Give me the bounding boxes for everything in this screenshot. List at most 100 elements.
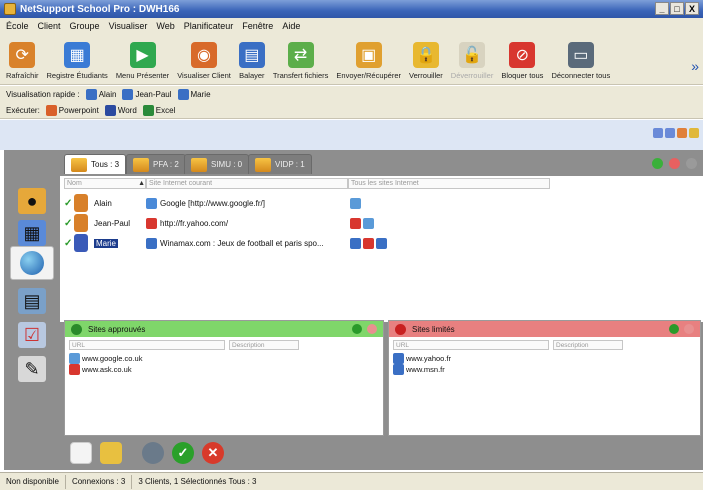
menu-ecole[interactable]: École [6,21,29,31]
quick-view-jean-paul[interactable]: Jean-Paul [122,88,172,100]
menu-bar: École Client Groupe Visualiser Web Plani… [0,18,703,33]
approved-col-desc[interactable]: Description [229,340,299,350]
clients-mode-icon[interactable]: ● [18,188,46,214]
block-icon[interactable] [669,158,680,169]
collapse-icon[interactable] [686,158,697,169]
approved-col-url[interactable]: URL [69,340,225,350]
view-details-icon[interactable] [665,128,675,138]
toolbar-button-scan[interactable]: ▤ Balayer [238,42,265,80]
web-globe-icon[interactable] [142,442,164,464]
web-page-icon [350,237,361,249]
scan-icon: ▤ [238,42,265,68]
list-item[interactable]: www.msn.fr [389,364,700,375]
toolbar-button-refresh[interactable]: ⟳ Rafraîchir [6,42,39,80]
toolbar-button-send-receive[interactable]: ▣ Envoyer/Récupérer [336,42,401,80]
menu-fenetre[interactable]: Fenêtre [242,21,273,31]
restricted-sites-title: Sites limités [412,324,455,334]
approve-icon[interactable] [352,324,362,334]
column-name[interactable]: Nom ▲ [64,178,146,189]
client-name: Jean-Paul [94,218,131,228]
approve-icon[interactable] [652,158,663,169]
toolbar-overflow-icon[interactable]: » [691,58,699,74]
menu-aide[interactable]: Aide [282,21,300,31]
minimize-button[interactable]: _ [655,2,669,15]
restricted-col-url[interactable]: URL [393,340,549,350]
run-powerpoint[interactable]: Powerpoint [45,104,99,116]
menu-client[interactable]: Client [38,21,61,31]
maximize-button[interactable]: □ [670,2,684,15]
client-list: Nom ▲ Site Internet courant Tous les site… [60,176,703,322]
tab-tous[interactable]: Tous : 3 [64,154,127,174]
toolbar-label: Transfert fichiers [272,71,329,80]
view-list-icon[interactable] [653,128,663,138]
list-item[interactable]: www.google.co.uk [65,353,383,364]
menu-groupe[interactable]: Groupe [70,21,100,31]
main-area: Tous : 3 PFA : 2 SIMU : 0 VIDP : 1 Nom ▲ … [60,150,703,470]
toolbar-button-block-all[interactable]: ⊘ Bloquer tous [501,42,543,80]
toolbar-button-lock[interactable]: 🔒 Verrouiller [409,42,443,80]
restricted-icon [395,323,406,335]
remove-icon[interactable] [367,324,377,334]
client-row[interactable]: ✓ Marie Winamax.com : Jeux de football e… [60,233,703,253]
restricted-col-desc[interactable]: Description [553,340,623,350]
tab-vidp[interactable]: VIDP : 1 [248,154,312,174]
lock-icon: 🔒 [412,42,439,68]
menu-visualiser[interactable]: Visualiser [109,21,148,31]
file-transfer-icon: ⇄ [287,42,314,68]
toolbar-button-present[interactable]: ▶ Menu Présenter [116,42,169,80]
toolbar-button-register[interactable]: ▦ Registre Étudiants [47,42,108,80]
view-settings-icon[interactable] [689,128,699,138]
question-mode-icon[interactable]: ✎ [18,356,46,382]
toolbar-label: Envoyer/Récupérer [336,71,402,80]
close-button[interactable]: X [685,2,699,15]
remove-icon[interactable] [684,324,694,334]
block-all-icon[interactable]: ✕ [202,442,224,464]
group-icon [191,157,207,172]
client-row[interactable]: ✓ Jean-Paul http://fr.yahoo.com/ [60,213,703,233]
title-bar: NetSupport School Pro : DWH166 _ □ X [0,0,703,18]
column-all-sites[interactable]: Tous les sites Internet [348,178,550,189]
network-mode-icon[interactable]: ▦ [18,220,46,246]
web-mode-icon[interactable] [10,246,54,280]
quick-view-alain[interactable]: Alain [85,88,116,100]
tab-pfa[interactable]: PFA : 2 [126,154,186,174]
web-page-icon [363,237,374,249]
web-page-icon [146,237,157,249]
current-url: Winamax.com : Jeux de football et paris … [146,237,324,249]
main-toolbar: ⟳ Rafraîchir ▦ Registre Étudiants ▶ Menu Prés… [0,33,703,85]
mode-sidebar: ● ▦ ▤ ☑ ✎ [4,150,60,470]
present-icon: ▶ [129,42,156,68]
toolbar-button-disconnect[interactable]: ▭ Déconnecter tous [551,42,610,80]
column-current-site[interactable]: Site Internet courant [146,178,348,189]
current-url: http://fr.yahoo.com/ [146,217,228,229]
view-options-band [0,120,703,150]
run-excel[interactable]: Excel [142,104,175,116]
approve-all-icon[interactable]: ✓ [172,442,194,464]
quick-view-marie[interactable]: Marie [177,88,211,100]
tab-simu[interactable]: SIMU : 0 [184,154,250,174]
list-item[interactable]: www.yahoo.fr [389,353,700,364]
toolbar-button-file-transfer[interactable]: ⇄ Transfert fichiers [272,42,329,80]
menu-web[interactable]: Web [156,21,174,31]
status-clients: 3 Clients, 1 Sélectionnés Tous : 3 [138,477,257,486]
menu-planificateur[interactable]: Planificateur [184,21,234,31]
toolbar-button-unlock[interactable]: 🔓 Déverrouiller [450,42,494,80]
view-options-icons [653,128,699,138]
approve-icon[interactable] [669,324,679,334]
application-mode-icon[interactable]: ▤ [18,288,46,314]
toolbar-label: Déverrouiller [450,71,494,80]
run-word[interactable]: Word [104,104,137,116]
toolbar-label: Balayer [239,71,265,80]
survey-mode-icon[interactable]: ☑ [18,322,46,348]
approved-sites-title: Sites approuvés [88,324,146,334]
site-icons [350,217,374,229]
view-alert-icon[interactable] [677,128,687,138]
open-folder-icon[interactable] [100,442,122,464]
toolbar-button-view-client[interactable]: ◉ Visualiser Client [177,42,231,80]
current-url: Google [http://www.google.fr/] [146,197,265,209]
new-list-icon[interactable] [70,442,92,464]
list-item[interactable]: www.ask.co.uk [65,364,383,375]
tab-actions [652,158,697,169]
restricted-sites-panel: Sites limités URL Description www.yahoo.… [388,320,701,436]
client-row[interactable]: ✓ Alain Google [http://www.google.fr/] [60,193,703,213]
